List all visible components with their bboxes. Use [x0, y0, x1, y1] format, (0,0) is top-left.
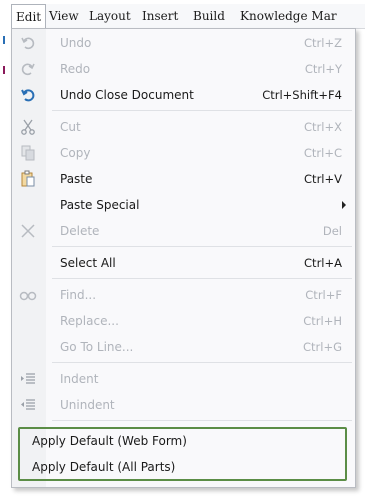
menubar: Edit View Layout Insert Build Knowledge … — [11, 4, 365, 29]
redo-label: Redo — [60, 62, 91, 76]
menu-item-replace[interactable]: Replace... Ctrl+H — [12, 308, 355, 334]
clipboard-icon — [19, 170, 37, 188]
menu-item-select-all[interactable]: Select All Ctrl+A — [12, 250, 355, 276]
go-to-line-shortcut: Ctrl+G — [302, 340, 342, 354]
menu-edit[interactable]: Edit — [11, 4, 47, 29]
menu-item-indent[interactable]: Indent — [12, 366, 355, 392]
menu-item-paste[interactable]: Paste Ctrl+V — [12, 166, 355, 192]
edge-mark — [3, 66, 5, 74]
copy-shortcut: Ctrl+C — [303, 146, 342, 160]
menu-item-undo-close-document[interactable]: Undo Close Document Ctrl+Shift+F4 — [12, 82, 355, 108]
paste-label: Paste — [60, 172, 93, 186]
copy-label: Copy — [60, 146, 91, 160]
unindent-label: Unindent — [60, 398, 115, 412]
menu-item-cut[interactable]: Cut Ctrl+X — [12, 114, 355, 140]
separator — [52, 420, 352, 421]
undo-close-icon — [19, 86, 37, 104]
indent-label: Indent — [60, 372, 99, 386]
menu-layout[interactable]: Layout — [89, 4, 131, 28]
find-shortcut: Ctrl+F — [305, 288, 342, 302]
binoculars-icon — [19, 286, 37, 304]
menu-build[interactable]: Build — [193, 4, 225, 28]
cut-shortcut: Ctrl+X — [304, 120, 342, 134]
menu-insert[interactable]: Insert — [142, 4, 178, 28]
replace-shortcut: Ctrl+H — [303, 314, 342, 328]
highlight-box — [18, 427, 347, 481]
find-label: Find... — [60, 288, 97, 302]
menu-item-go-to-line[interactable]: Go To Line... Ctrl+G — [12, 334, 355, 360]
menu-view[interactable]: View — [49, 4, 79, 28]
go-to-line-label: Go To Line... — [60, 340, 134, 354]
select-all-label: Select All — [60, 256, 116, 270]
unindent-icon — [19, 396, 37, 414]
paste-special-label: Paste Special — [60, 198, 140, 212]
indent-icon — [19, 370, 37, 388]
undo-icon — [19, 34, 37, 52]
select-all-shortcut: Ctrl+A — [304, 256, 342, 270]
delete-shortcut: Del — [322, 224, 342, 238]
redo-icon — [19, 60, 37, 78]
undo-label: Undo — [60, 36, 92, 50]
menu-item-paste-special[interactable]: Paste Special — [12, 192, 355, 218]
undo-close-shortcut: Ctrl+Shift+F4 — [262, 88, 342, 102]
menu-item-find[interactable]: Find... Ctrl+F — [12, 282, 355, 308]
menu-item-delete[interactable]: Delete Del — [12, 218, 355, 244]
undo-close-label: Undo Close Document — [60, 88, 194, 102]
replace-label: Replace... — [60, 314, 119, 328]
separator — [52, 362, 352, 363]
paste-shortcut: Ctrl+V — [304, 172, 342, 186]
separator — [52, 246, 352, 247]
menu-item-unindent[interactable]: Unindent — [12, 392, 355, 418]
edit-dropdown-menu: Undo Ctrl+Z Redo Ctrl+Y Undo Close Docum… — [11, 28, 356, 488]
copy-icon — [19, 144, 37, 162]
delete-label: Delete — [60, 224, 100, 238]
undo-shortcut: Ctrl+Z — [304, 36, 342, 50]
submenu-arrow-icon — [342, 201, 346, 209]
redo-shortcut: Ctrl+Y — [304, 62, 342, 76]
x-icon — [19, 222, 37, 240]
separator — [52, 278, 352, 279]
cut-label: Cut — [60, 120, 81, 134]
menu-knowledge[interactable]: Knowledge Mar — [240, 4, 337, 28]
edge-mark — [3, 36, 5, 44]
menu-item-undo[interactable]: Undo Ctrl+Z — [12, 30, 355, 56]
left-strip — [0, 0, 11, 496]
menu-item-redo[interactable]: Redo Ctrl+Y — [12, 56, 355, 82]
scissors-icon — [19, 118, 37, 136]
menu-item-copy[interactable]: Copy Ctrl+C — [12, 140, 355, 166]
separator — [52, 110, 352, 111]
